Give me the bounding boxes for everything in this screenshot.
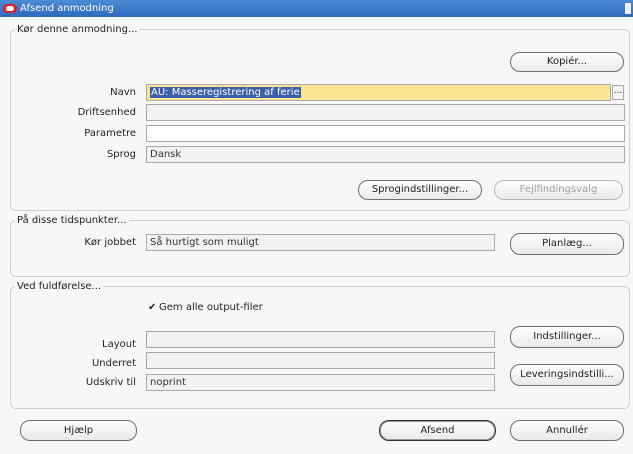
window-title: Afsend anmodning <box>20 3 114 14</box>
debug-options-button[interactable]: Fejlfindingsvalg <box>494 180 623 200</box>
operating-unit-label: Driftsenhed <box>77 107 136 118</box>
language-label: Sprog <box>106 149 136 160</box>
name-field[interactable]: AU: Masseregistrering af ferie <box>146 84 611 101</box>
delivery-options-button[interactable]: Leveringsindstilli... <box>510 364 624 386</box>
name-label: Navn <box>110 87 136 98</box>
run-job-label: Kør jobbet <box>84 237 136 248</box>
schedule-button[interactable]: Planlæg... <box>510 233 624 255</box>
name-field-value: AU: Masseregistrering af ferie <box>150 87 301 98</box>
layout-label: Layout <box>102 339 136 350</box>
print-to-label: Udskriv til <box>85 377 136 388</box>
print-to-field[interactable]: noprint <box>146 374 495 391</box>
options-button[interactable]: Indstillinger... <box>510 326 624 348</box>
cancel-button[interactable]: Annullér <box>510 420 624 441</box>
save-outputs-checkbox[interactable]: ✔ <box>148 303 157 313</box>
run-request-legend: Kør denne anmodning... <box>17 24 138 35</box>
window-titlebar: Afsend anmodning <box>0 0 633 17</box>
notify-field[interactable] <box>146 352 495 369</box>
layout-field[interactable] <box>146 331 495 348</box>
help-button[interactable]: Hjælp <box>20 420 137 441</box>
run-job-field[interactable]: Så hurtigt som muligt <box>146 234 495 251</box>
oracle-logo-icon <box>3 4 17 13</box>
save-outputs-label: Gem alle output-filer <box>159 302 263 313</box>
schedule-legend: På disse tidspunkter... <box>17 215 127 226</box>
dialog-body: Kør denne anmodning... Kopiér... Navn AU… <box>0 17 633 454</box>
completion-legend: Ved fuldførelse... <box>17 281 102 292</box>
language-field[interactable]: Dansk <box>146 146 625 163</box>
parameters-field[interactable] <box>146 125 625 142</box>
copy-button[interactable]: Kopiér... <box>510 52 624 72</box>
parameters-label: Parametre <box>84 128 136 139</box>
notify-label: Underret <box>91 358 136 369</box>
operating-unit-field[interactable] <box>146 104 625 121</box>
language-settings-button[interactable]: Sprogindstillinger... <box>358 180 482 200</box>
submit-button[interactable]: Afsend <box>379 420 496 441</box>
window-corner-control[interactable] <box>625 3 631 14</box>
list-of-values-button[interactable]: ... <box>612 85 624 100</box>
